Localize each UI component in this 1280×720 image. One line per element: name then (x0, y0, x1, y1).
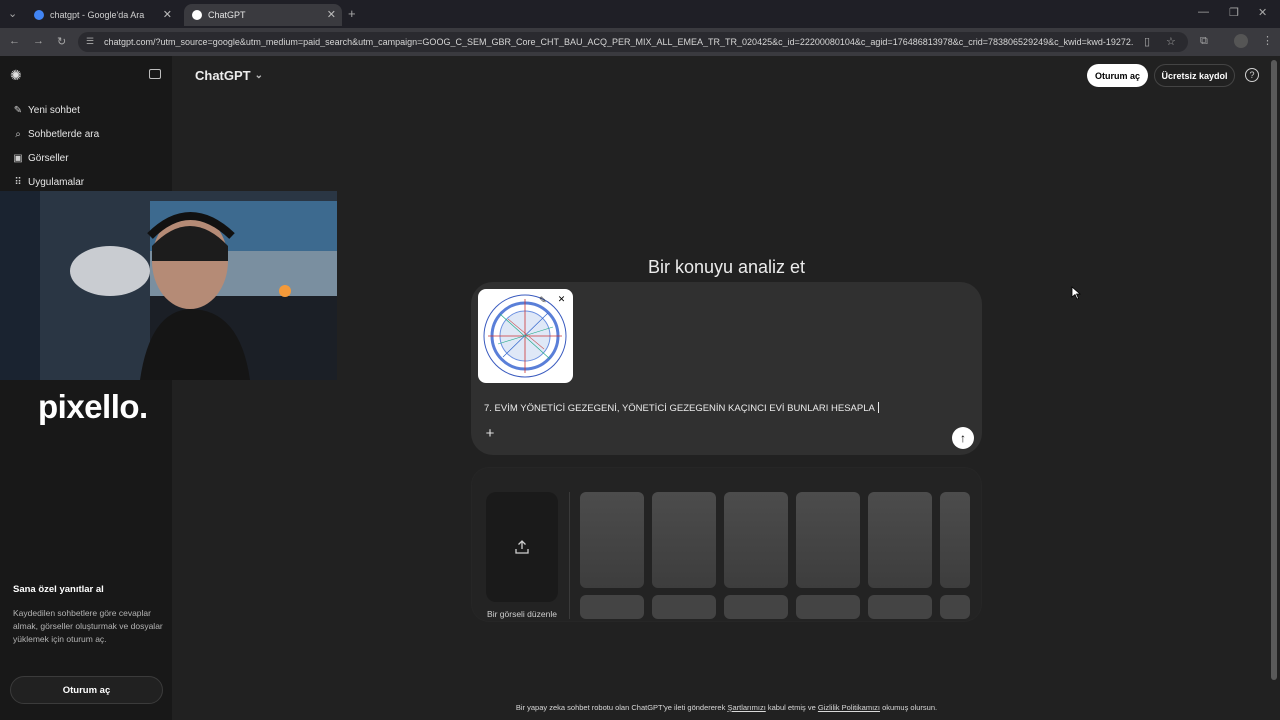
terms-link[interactable]: Şartlarımızı (727, 703, 765, 712)
gallery-tile[interactable] (724, 492, 788, 588)
attached-image[interactable]: ✎ ✕ (478, 289, 573, 383)
footer-prefix: Bir yapay zeka sohbet robotu olan ChatGP… (515, 703, 728, 712)
add-attachment-icon[interactable]: + (483, 426, 497, 441)
tab-google-search[interactable]: chatgpt - Google'da Ara ✕ (26, 4, 178, 26)
gallery-tile[interactable] (652, 595, 716, 619)
text-caret (877, 402, 879, 413)
send-button[interactable]: ↑ (952, 427, 974, 449)
promo-title: Sana özel yanıtlar al (13, 584, 104, 595)
profile-avatar[interactable] (1234, 34, 1248, 48)
gallery-tile[interactable] (868, 595, 932, 619)
gallery-tile[interactable] (580, 595, 644, 619)
browser-tab-bar: ⌄ chatgpt - Google'da Ara ✕ ChatGPT ✕ + … (0, 0, 1280, 28)
tab-title: chatgpt - Google'da Ara (50, 10, 145, 20)
upload-image-tile[interactable] (486, 492, 558, 602)
prompt-input[interactable]: 7. EVİM YÖNETİCİ GEZEGENİ, YÖNETİCİ GEZE… (484, 402, 879, 414)
model-selector[interactable]: ChatGPT ⌄ (195, 68, 263, 83)
gallery-tile[interactable] (940, 492, 970, 588)
gallery-tile[interactable] (652, 492, 716, 588)
search-icon: ⌕ (15, 128, 21, 140)
url-text[interactable]: chatgpt.com/?utm_source=google&utm_mediu… (104, 37, 1134, 47)
sidebar-item-apps[interactable]: ⠿ Uygulamalar (12, 172, 84, 192)
gallery-divider (569, 492, 570, 619)
tab-title: ChatGPT (208, 10, 246, 20)
gallery-tile[interactable] (796, 492, 860, 588)
gallery-tile[interactable] (724, 595, 788, 619)
model-name: ChatGPT (195, 68, 251, 83)
page-icon[interactable]: ▯ (1144, 35, 1150, 48)
chatgpt-favicon-icon (192, 10, 202, 20)
chevron-down-icon: ⌄ (254, 70, 264, 81)
bookmark-star-icon[interactable]: ☆ (1166, 35, 1176, 48)
forward-icon[interactable]: → (33, 35, 44, 47)
gallery-tile[interactable] (796, 595, 860, 619)
maximize-icon[interactable]: ❐ (1229, 6, 1239, 19)
upload-icon (515, 540, 529, 554)
sidebar-item-label: Uygulamalar (28, 176, 85, 188)
google-favicon-icon (34, 10, 44, 20)
sidebar-item-label: Görseller (28, 152, 69, 164)
browser-toolbar: ← → ↻ ☰ chatgpt.com/?utm_source=google&u… (0, 28, 1280, 56)
promo-text: Kaydedilen sohbetlere göre cevaplar alma… (13, 608, 163, 644)
close-window-icon[interactable]: ✕ (1258, 6, 1267, 19)
arrow-up-icon: ↑ (960, 431, 966, 445)
page-scrollbar[interactable] (1271, 60, 1277, 680)
menu-icon[interactable]: ⋮ (1262, 34, 1273, 47)
sidebar-item-label: Sohbetlerde ara (28, 128, 100, 140)
gallery-tile[interactable] (580, 492, 644, 588)
upload-image-label: Bir görseli düzenle (487, 609, 557, 619)
prompt-text: 7. EVİM YÖNETİCİ GEZEGENİ, YÖNETİCİ GEZE… (484, 403, 875, 414)
new-tab-icon[interactable]: + (348, 6, 356, 21)
webcam-image (0, 191, 337, 380)
privacy-link[interactable]: Gizlilik Politikamızı (818, 703, 880, 712)
sidebar-login-button[interactable]: Oturum aç (10, 676, 163, 704)
page-headline: Bir konuyu analiz et (647, 257, 806, 277)
footer-suffix: okumuş olursun. (879, 703, 938, 712)
tab-search-icon[interactable]: ⌄ (8, 7, 17, 20)
image-gallery: Bir görseli düzenle (471, 467, 982, 622)
address-bar[interactable]: ☰ chatgpt.com/?utm_source=google&utm_med… (78, 32, 1188, 52)
mouse-cursor-icon (1071, 286, 1081, 300)
sidebar-toggle-icon[interactable] (149, 69, 161, 79)
gallery-tile[interactable] (940, 595, 970, 619)
minimize-icon[interactable]: — (1198, 6, 1209, 18)
openai-logo-icon[interactable]: ✺ (10, 67, 22, 84)
extensions-icon[interactable]: ⧉ (1200, 35, 1208, 48)
sidebar-item-search[interactable]: ⌕ Sohbetlerde ara (12, 124, 99, 144)
edit-image-icon[interactable]: ✎ (539, 295, 547, 306)
footer-disclaimer: Bir yapay zeka sohbet robotu olan ChatGP… (380, 703, 1073, 712)
sidebar-item-new-chat[interactable]: ✎ Yeni sohbet (12, 100, 80, 120)
reload-icon[interactable]: ↻ (57, 35, 66, 48)
close-tab-icon[interactable]: ✕ (163, 8, 172, 21)
webcam-overlay (0, 191, 337, 380)
tab-chatgpt[interactable]: ChatGPT ✕ (184, 4, 342, 26)
remove-image-icon[interactable]: ✕ (556, 294, 567, 305)
sidebar-item-label: Yeni sohbet (28, 104, 80, 116)
pixello-watermark: pixello. (38, 388, 148, 425)
apps-icon: ⠿ (14, 176, 22, 188)
help-icon[interactable]: ? (1245, 68, 1259, 82)
image-icon: ▣ (13, 152, 23, 164)
signup-button[interactable]: Ücretsiz kaydol (1154, 64, 1235, 87)
footer-middle: kabul etmiş ve (765, 703, 818, 712)
chat-composer: ✎ ✕ 7. EVİM YÖNETİCİ GEZEGENİ, YÖNETİCİ … (471, 282, 982, 455)
gallery-tile[interactable] (868, 492, 932, 588)
login-button[interactable]: Oturum aç (1087, 64, 1148, 87)
edit-icon: ✎ (13, 104, 23, 116)
site-info-icon[interactable]: ☰ (86, 36, 94, 47)
back-icon[interactable]: ← (9, 35, 20, 47)
close-tab-icon[interactable]: ✕ (327, 8, 336, 21)
sidebar-item-images[interactable]: ▣ Görseller (12, 148, 69, 168)
